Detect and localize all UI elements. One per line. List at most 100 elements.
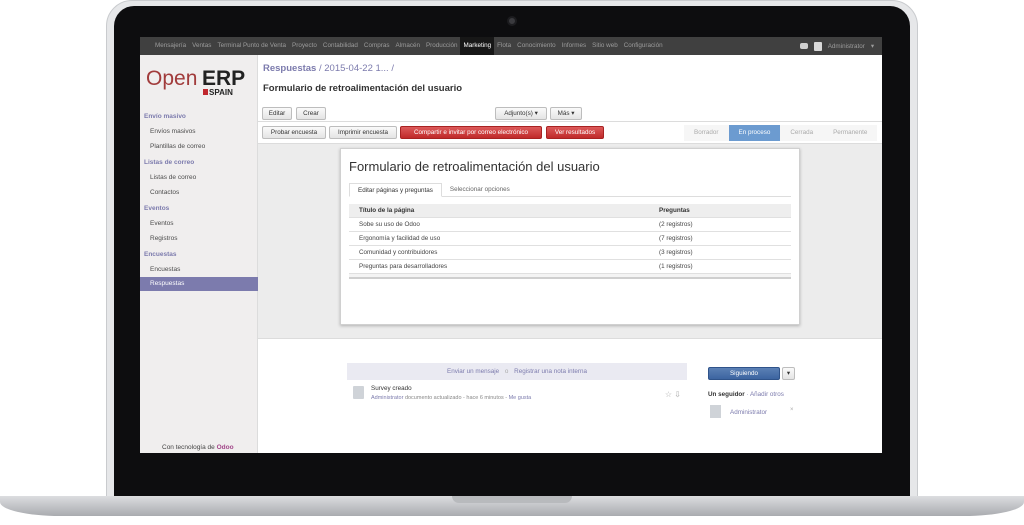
- message-author[interactable]: Administrator: [371, 395, 403, 401]
- laptop-frame: Mensajería Ventas Terminal Punto de Vent…: [0, 0, 1024, 525]
- send-message-link[interactable]: Enviar un mensaje: [447, 368, 499, 375]
- separator-icon: o: [504, 368, 509, 375]
- logo-open-text: Open: [146, 67, 198, 90]
- openerp-logo[interactable]: Open ERP SPAIN: [146, 67, 246, 97]
- avatar: [813, 41, 822, 51]
- sidebar-section-envio-masivo: Envío masivo: [144, 113, 186, 120]
- chatter-compose-bar: Enviar un mensaje o Registrar una nota i…: [347, 363, 687, 380]
- logo-country-text: SPAIN: [209, 88, 233, 97]
- edit-button[interactable]: Editar: [262, 107, 292, 120]
- table-footer: [349, 274, 791, 279]
- row-questions: (2 registros): [659, 221, 693, 228]
- menu-compras[interactable]: Compras: [361, 37, 393, 55]
- message-meta: Administrator documento actualizado - ha…: [371, 395, 531, 401]
- create-button[interactable]: Crear: [296, 107, 326, 120]
- menu-tpv[interactable]: Terminal Punto de Venta: [214, 37, 289, 55]
- status-borrador[interactable]: Borrador: [684, 125, 729, 141]
- row-title: Ergonomía y facilidad de uso: [359, 235, 441, 242]
- top-menu-bar: Mensajería Ventas Terminal Punto de Vent…: [140, 37, 882, 55]
- menu-produccion[interactable]: Producción: [423, 37, 461, 55]
- powered-by-text: Con tecnología de: [162, 444, 215, 451]
- followers-count-text: Un seguidor: [708, 391, 745, 398]
- close-icon[interactable]: ×: [790, 407, 794, 413]
- sidebar-item-plantillas[interactable]: Plantillas de correo: [140, 140, 258, 154]
- menu-sitio-web[interactable]: Sitio web: [589, 37, 621, 55]
- form-tabs: Editar páginas y preguntas Seleccionar o…: [349, 183, 791, 197]
- tab-seleccionar-opciones[interactable]: Seleccionar opciones: [442, 183, 518, 197]
- like-link[interactable]: Me gusta: [509, 395, 532, 401]
- attachments-button[interactable]: Adjunto(s) ▾: [495, 107, 547, 120]
- message-title: Survey creado: [371, 385, 412, 392]
- user-menu[interactable]: Administrator: [828, 43, 865, 50]
- menu-marketing[interactable]: Marketing: [460, 37, 495, 55]
- share-invite-button[interactable]: Compartir e invitar por correo electróni…: [400, 126, 542, 139]
- column-header-titulo[interactable]: Título de la página: [349, 204, 659, 217]
- table-row[interactable]: Ergonomía y facilidad de uso (7 registro…: [349, 232, 791, 246]
- menu-proyecto[interactable]: Proyecto: [289, 37, 320, 55]
- table-row[interactable]: Comunidad y contribuidores (3 registros): [349, 246, 791, 260]
- chat-icon[interactable]: [799, 43, 808, 49]
- breadcrumb-root[interactable]: Respuestas: [263, 63, 316, 74]
- sidebar-item-listas[interactable]: Listas de correo: [140, 171, 258, 185]
- status-permanente[interactable]: Permanente: [823, 125, 878, 141]
- add-followers-link[interactable]: · Añadir otros: [746, 391, 783, 398]
- pages-table: Título de la página Preguntas Sobe su us…: [349, 204, 791, 279]
- menu-informes[interactable]: Informes: [559, 37, 590, 55]
- menu-contabilidad[interactable]: Contabilidad: [320, 37, 361, 55]
- table-row[interactable]: Sobe su uso de Odoo (2 registros): [349, 218, 791, 232]
- message-actions: ☆ ⇩: [665, 390, 681, 399]
- user-area: Administrator ▾: [799, 37, 874, 55]
- sidebar-item-registros[interactable]: Registros: [140, 232, 258, 246]
- tab-editar-paginas[interactable]: Editar páginas y preguntas: [349, 183, 442, 197]
- column-header-preguntas[interactable]: Preguntas: [659, 204, 791, 217]
- camera-icon: [507, 16, 517, 26]
- breadcrumb: Respuestas / 2015-04-22 1... /: [263, 63, 394, 74]
- print-survey-button[interactable]: Imprimir encuesta: [329, 126, 397, 139]
- status-bar: Borrador En proceso Cerrada Permanente: [684, 125, 878, 141]
- table-row[interactable]: Preguntas para desarrolladores (1 regist…: [349, 260, 791, 274]
- menu-configuracion[interactable]: Configuración: [621, 37, 666, 55]
- laptop-notch: [452, 496, 572, 503]
- page-title: Formulario de retroalimentación del usua…: [263, 83, 463, 94]
- follow-options-button[interactable]: ▾: [782, 367, 795, 380]
- odoo-link[interactable]: Odoo: [217, 444, 234, 451]
- sidebar-item-encuestas[interactable]: Encuestas: [140, 263, 258, 277]
- form-title: Formulario de retroalimentación del usua…: [349, 159, 600, 174]
- following-button[interactable]: Siguiendo: [708, 367, 780, 380]
- row-title: Comunidad y contribuidores: [359, 249, 438, 256]
- sidebar-section-eventos: Eventos: [144, 205, 170, 212]
- menu-mensajeria[interactable]: Mensajería: [152, 37, 189, 55]
- status-cerrada[interactable]: Cerrada: [780, 125, 824, 141]
- log-note-link[interactable]: Registrar una nota interna: [514, 368, 587, 375]
- row-questions: (3 registros): [659, 249, 693, 256]
- sidebar-section-encuestas: Encuestas: [144, 251, 177, 258]
- breadcrumb-current: / 2015-04-22 1... /: [318, 63, 394, 74]
- table-header: Título de la página Preguntas: [349, 204, 791, 218]
- sidebar-item-contactos[interactable]: Contactos: [140, 186, 258, 200]
- menu-flota[interactable]: Flota: [494, 37, 514, 55]
- star-icon[interactable]: ☆: [665, 390, 672, 399]
- main-content: Respuestas / 2015-04-22 1... / Formulari…: [258, 55, 882, 453]
- view-results-button[interactable]: Ver resultados: [546, 126, 604, 139]
- menu-almacen[interactable]: Almacén: [392, 37, 423, 55]
- status-en-proceso[interactable]: En proceso: [728, 125, 781, 141]
- sidebar-section-listas: Listas de correo: [144, 159, 195, 166]
- menu-conocimiento[interactable]: Conocimiento: [514, 37, 559, 55]
- powered-by: Con tecnología de Odoo: [162, 444, 234, 451]
- screen: Mensajería Ventas Terminal Punto de Vent…: [140, 37, 882, 453]
- message-text: documento actualizado - hace 6 minutos -: [404, 395, 508, 401]
- flag-icon: [203, 89, 208, 95]
- chatter-message: Survey creado Administrator documento ac…: [347, 382, 687, 406]
- sidebar-item-eventos[interactable]: Eventos: [140, 217, 258, 231]
- sidebar-item-respuestas[interactable]: Respuestas: [140, 277, 258, 291]
- form-sheet: Formulario de retroalimentación del usua…: [340, 148, 800, 325]
- sidebar-item-envios-masivos[interactable]: Envíos masivos: [140, 125, 258, 139]
- test-survey-button[interactable]: Probar encuesta: [262, 126, 326, 139]
- toolbar-divider: [258, 121, 882, 122]
- follower-name[interactable]: Administrator: [730, 409, 767, 416]
- more-button[interactable]: Más ▾: [550, 107, 582, 120]
- avatar: [710, 405, 721, 418]
- reply-icon[interactable]: ⇩: [674, 390, 681, 399]
- menu-ventas[interactable]: Ventas: [189, 37, 214, 55]
- chevron-down-icon: ▾: [786, 370, 791, 377]
